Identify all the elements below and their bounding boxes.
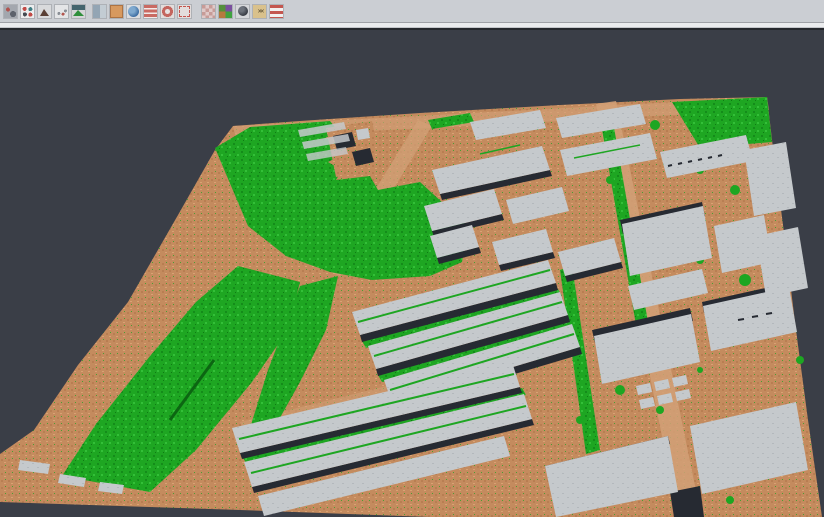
transparency-checker-icon[interactable]: [202, 5, 215, 18]
ground-points-icon[interactable]: [55, 5, 68, 18]
selection-brackets-icon[interactable]: [178, 5, 191, 18]
classify-points-icon[interactable]: [21, 5, 34, 18]
orange-tile-icon[interactable]: [110, 5, 123, 18]
dem-surface-icon[interactable]: [72, 5, 85, 18]
layers-list-icon[interactable]: [144, 5, 157, 18]
toolbar: [0, 0, 824, 22]
profile-stripes-icon[interactable]: [270, 5, 283, 18]
classification-colors-icon[interactable]: [219, 5, 232, 18]
target-ring-icon[interactable]: [161, 5, 174, 18]
3d-scene[interactable]: [0, 30, 824, 517]
terrain-mountain-icon[interactable]: [38, 5, 51, 18]
globe-icon[interactable]: [127, 5, 140, 18]
texture-swatch-icon[interactable]: [4, 5, 17, 18]
camera-sphere-icon[interactable]: [236, 5, 249, 18]
3d-viewport[interactable]: [0, 30, 824, 517]
markers-icon[interactable]: [253, 5, 266, 18]
orthophoto-icon[interactable]: [93, 5, 106, 18]
toolbar-splitter[interactable]: [0, 22, 824, 30]
app-window: [0, 0, 824, 517]
